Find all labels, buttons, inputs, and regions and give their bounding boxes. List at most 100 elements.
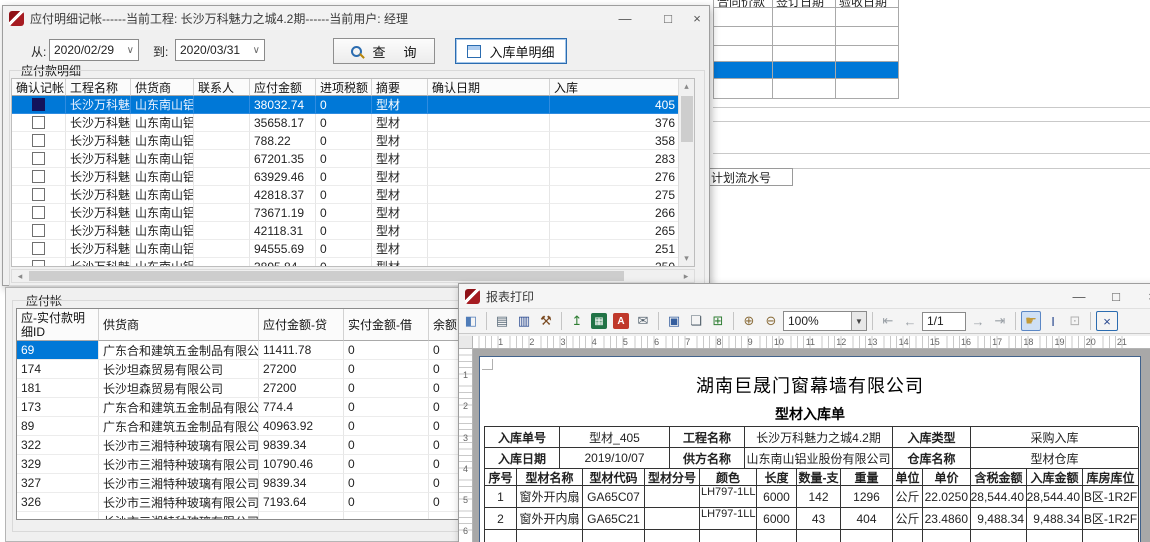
payable-cell[interactable]: 329 bbox=[17, 455, 99, 474]
hand-tool-icon[interactable]: ☛ bbox=[1021, 311, 1041, 331]
payable-detail-cell[interactable]: 型材 bbox=[372, 96, 428, 114]
payable-cell[interactable]: 长沙市三湘特种玻璃有限公司 bbox=[99, 512, 259, 520]
column-header[interactable]: 摘要 bbox=[372, 79, 428, 96]
to-date-combo[interactable]: 2020/03/31 ∨ bbox=[175, 39, 265, 61]
payable-detail-cell[interactable]: 405 bbox=[550, 96, 680, 114]
payable-detail-row[interactable]: 长沙万科魅力...山东南山铝业...38032.740型材405 bbox=[12, 96, 694, 114]
payable-cell[interactable]: 长沙市三湘特种玻璃有限公司 bbox=[99, 436, 259, 455]
payable-cell[interactable]: 0 bbox=[344, 455, 429, 474]
confirm-cell[interactable] bbox=[12, 132, 66, 150]
payable-detail-cell[interactable]: 283 bbox=[550, 150, 680, 168]
payable-detail-cell[interactable] bbox=[428, 96, 550, 114]
payable-detail-cell[interactable] bbox=[428, 168, 550, 186]
payable-cell[interactable]: 40963.92 bbox=[259, 417, 344, 436]
payable-row[interactable]: 327长沙市三湘特种玻璃有限公司9839.3400 bbox=[17, 474, 525, 493]
payable-detail-cell[interactable]: 0 bbox=[316, 240, 372, 258]
payable-detail-cell[interactable]: 0 bbox=[316, 114, 372, 132]
maximize-button[interactable]: □ bbox=[1099, 284, 1133, 308]
confirm-cell[interactable] bbox=[12, 204, 66, 222]
payable-cell[interactable]: 长沙市三湘特种玻璃有限公司 bbox=[99, 474, 259, 493]
confirm-cell[interactable] bbox=[12, 222, 66, 240]
book-icon[interactable]: ▥ bbox=[514, 311, 534, 331]
from-date-combo[interactable]: 2020/02/29 ∨ bbox=[49, 39, 139, 61]
payable-cell[interactable]: 0 bbox=[344, 398, 429, 417]
payable-cell[interactable]: 长沙坦森贸易有限公司 bbox=[99, 360, 259, 379]
payable-detail-cell[interactable] bbox=[194, 222, 250, 240]
payable-detail-cell[interactable] bbox=[428, 222, 550, 240]
background-grid-row[interactable] bbox=[714, 27, 899, 46]
payable-cell[interactable]: 174 bbox=[17, 360, 99, 379]
payable-detail-cell[interactable]: 山东南山铝业... bbox=[131, 132, 194, 150]
print-icon[interactable]: ▤ bbox=[492, 311, 512, 331]
payable-detail-cell[interactable]: 266 bbox=[550, 204, 680, 222]
payable-detail-cell[interactable] bbox=[194, 150, 250, 168]
zoom-out-icon[interactable]: ⊖ bbox=[761, 311, 781, 331]
payable-detail-cell[interactable]: 251 bbox=[550, 240, 680, 258]
column-header[interactable]: 工程名称 bbox=[66, 79, 131, 96]
payable-detail-cell[interactable]: 长沙万科魅力... bbox=[66, 240, 131, 258]
column-header[interactable]: 应付金额 bbox=[250, 79, 316, 96]
payable-detail-cell[interactable] bbox=[194, 114, 250, 132]
payable-detail-cell[interactable]: 275 bbox=[550, 186, 680, 204]
payable-detail-cell[interactable] bbox=[428, 132, 550, 150]
payable-detail-row[interactable]: 长沙万科魅力...山东南山铝业...73671.190型材266 bbox=[12, 204, 694, 222]
payable-detail-cell[interactable]: 型材 bbox=[372, 240, 428, 258]
confirm-cell[interactable] bbox=[12, 186, 66, 204]
payable-detail-row[interactable]: 长沙万科魅力...山东南山铝业...788.220型材358 bbox=[12, 132, 694, 150]
payable-cell[interactable]: 长沙坦森贸易有限公司 bbox=[99, 379, 259, 398]
payable-detail-cell[interactable]: 型材 bbox=[372, 186, 428, 204]
payable-cell[interactable] bbox=[17, 512, 99, 520]
payable-detail-row[interactable]: 长沙万科魅力...山东南山铝业...35658.170型材376 bbox=[12, 114, 694, 132]
payable-detail-cell[interactable]: 长沙万科魅力... bbox=[66, 96, 131, 114]
scroll-right-button[interactable]: ▸ bbox=[678, 270, 694, 282]
payable-cell[interactable] bbox=[344, 512, 429, 520]
minimize-button[interactable]: — bbox=[1062, 284, 1096, 308]
payable-detail-cell[interactable]: 0 bbox=[316, 132, 372, 150]
print-preview-area[interactable]: 湖南巨晟门窗幕墙有限公司 型材入库单 入库单号型材_405工程名称长沙万科魅力之… bbox=[473, 349, 1150, 542]
payable-detail-cell[interactable]: 376 bbox=[550, 114, 680, 132]
close-button[interactable]: × bbox=[685, 6, 709, 30]
confirm-checkbox[interactable] bbox=[32, 188, 45, 201]
payable-detail-cell[interactable] bbox=[194, 96, 250, 114]
payable-detail-row[interactable]: 长沙万科魅力...山东南山铝业...67201.350型材283 bbox=[12, 150, 694, 168]
confirm-checkbox[interactable] bbox=[32, 242, 45, 255]
confirm-checkbox[interactable] bbox=[32, 260, 45, 267]
column-header[interactable]: 进项税额 bbox=[316, 79, 372, 96]
payable-cell[interactable]: 326 bbox=[17, 493, 99, 512]
background-grid-row[interactable] bbox=[714, 79, 899, 99]
confirm-checkbox[interactable] bbox=[32, 98, 45, 111]
payable-cell[interactable]: 广东合和建筑五金制品有限公司 bbox=[99, 398, 259, 417]
background-grid-row[interactable] bbox=[714, 62, 899, 79]
payable-row[interactable]: 329长沙市三湘特种玻璃有限公司10790.4600 bbox=[17, 455, 525, 474]
payable-detail-row[interactable]: 长沙万科魅力...山东南山铝业...94555.690型材251 bbox=[12, 240, 694, 258]
zoom-select[interactable]: 100%▼ bbox=[783, 311, 867, 331]
payable-detail-cell[interactable]: 长沙万科魅力... bbox=[66, 186, 131, 204]
query-button[interactable]: 查 询 bbox=[333, 38, 435, 64]
scroll-up-button[interactable]: ▴ bbox=[679, 79, 694, 94]
add-page-icon[interactable]: ⊞ bbox=[708, 311, 728, 331]
payable-cell[interactable]: 322 bbox=[17, 436, 99, 455]
background-grid-row[interactable] bbox=[714, 46, 899, 62]
payable-cell[interactable]: 0 bbox=[344, 379, 429, 398]
payable-row[interactable]: 173广东合和建筑五金制品有限公司774.400 bbox=[17, 398, 525, 417]
payable-detail-cell[interactable] bbox=[428, 150, 550, 168]
payable-detail-row[interactable]: 长沙万科魅力...山东南山铝业...63929.460型材276 bbox=[12, 168, 694, 186]
text-select-icon[interactable]: I bbox=[1043, 311, 1063, 331]
confirm-checkbox[interactable] bbox=[32, 116, 45, 129]
payable-cell[interactable]: 0 bbox=[344, 341, 429, 360]
payable-cell[interactable]: 27200 bbox=[259, 360, 344, 379]
payable-detail-cell[interactable]: 42118.31 bbox=[250, 222, 316, 240]
payable-cell[interactable]: 0 bbox=[344, 474, 429, 493]
confirm-checkbox[interactable] bbox=[32, 152, 45, 165]
export-icon[interactable]: ↥ bbox=[567, 311, 587, 331]
payable-detail-cell[interactable]: 长沙万科魅力... bbox=[66, 222, 131, 240]
payable-detail-cell[interactable] bbox=[428, 204, 550, 222]
payable-cell[interactable]: 89 bbox=[17, 417, 99, 436]
payable-detail-cell[interactable]: 山东南山铝业... bbox=[131, 186, 194, 204]
payable-cell[interactable]: 69 bbox=[17, 341, 99, 360]
payable-detail-cell[interactable]: 63929.46 bbox=[250, 168, 316, 186]
minimize-button[interactable]: — bbox=[608, 6, 642, 30]
confirm-cell[interactable] bbox=[12, 258, 66, 267]
payable-row[interactable]: 89广东合和建筑五金制品有限公司40963.9200 bbox=[17, 417, 525, 436]
payable-row[interactable]: 长沙市三湘特种玻璃有限公司 bbox=[17, 512, 525, 520]
